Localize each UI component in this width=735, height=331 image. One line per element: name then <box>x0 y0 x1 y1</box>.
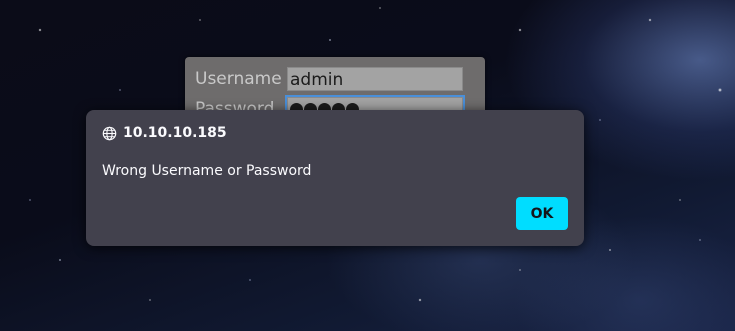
username-input[interactable]: admin <box>287 67 463 91</box>
dialog-header: 10.10.10.185 <box>102 125 227 141</box>
globe-icon <box>102 126 117 141</box>
dialog-origin: 10.10.10.185 <box>123 125 227 141</box>
username-label: Username <box>195 69 282 89</box>
ok-button[interactable]: OK <box>516 197 568 230</box>
dialog-message: Wrong Username or Password <box>102 163 312 179</box>
alert-dialog: 10.10.10.185 Wrong Username or Password … <box>86 110 584 246</box>
username-row: Username admin <box>195 67 463 91</box>
